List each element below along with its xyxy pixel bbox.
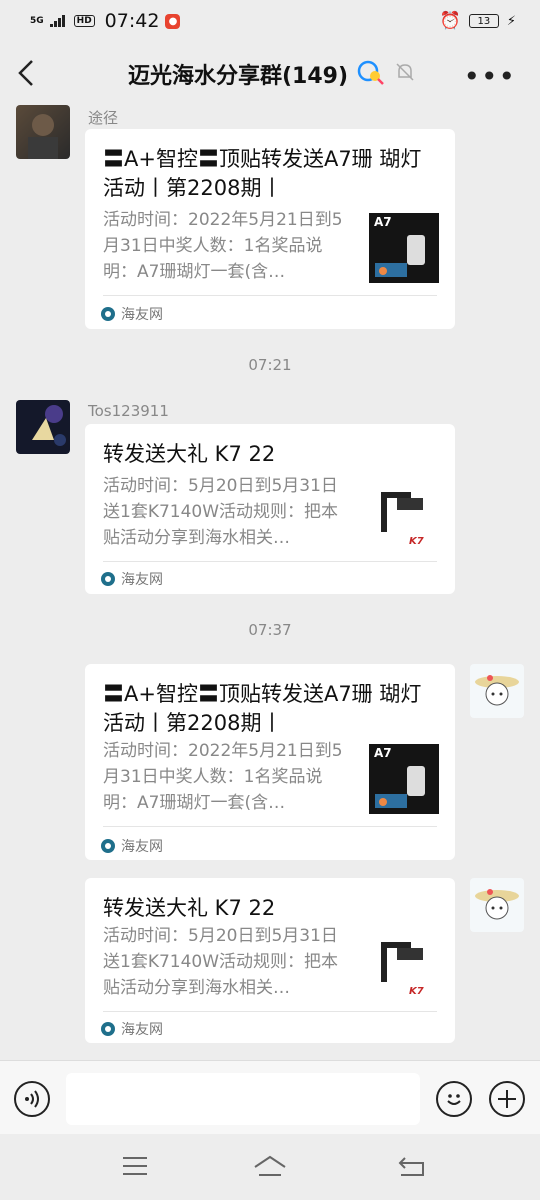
chat-timestamp: 07:37 (248, 621, 292, 639)
card-source: 海友网 (101, 304, 163, 324)
emoji-icon[interactable] (436, 1081, 472, 1117)
back-nav-icon[interactable] (395, 1152, 429, 1180)
my-avatar[interactable] (470, 664, 524, 718)
card-divider (103, 1011, 437, 1012)
card-thumbnail: K7 (369, 482, 439, 552)
hd-badge: HD (73, 15, 95, 27)
card-description: 活动时间：2022年5月21日到5月31日中奖人数：1名奖品说明：A7珊瑚灯一套… (103, 741, 343, 813)
sender-name: Tos123911 (88, 402, 169, 420)
source-name: 海友网 (121, 572, 163, 588)
thumb-label: A7 (374, 746, 392, 760)
charging-icon: ⚡ (506, 13, 516, 29)
card-thumbnail: K7 (369, 932, 439, 1002)
link-card[interactable]: 转发送大礼 K7 22 活动时间：5月20日到5月31日送1套K7140W活动规… (85, 878, 455, 1043)
card-title: 转发送大礼 K7 22 (103, 442, 276, 466)
card-description: 活动时间：2022年5月21日到5月31日中奖人数：1名奖品说明：A7珊瑚灯一套… (103, 210, 343, 282)
link-card[interactable]: 〓A+智控〓顶贴转发送A7珊 瑚灯活动丨第2208期丨 活动时间：2022年5月… (85, 664, 455, 860)
thumb-label: K7 (409, 536, 424, 547)
card-source: 海友网 (101, 1019, 163, 1039)
chat-header: 迈光海水分享群(149) ••• (0, 44, 540, 106)
more-options-icon[interactable]: ••• (463, 60, 516, 93)
sender-avatar[interactable] (16, 105, 70, 159)
app-notification-icon: ● (165, 13, 181, 29)
card-source: 海友网 (101, 836, 163, 856)
card-title: 〓A+智控〓顶贴转发送A7珊 瑚灯活动丨第2208期丨 (103, 682, 422, 735)
voice-input-icon[interactable] (14, 1081, 50, 1117)
thumb-label: A7 (374, 215, 392, 229)
chat-timestamp: 07:21 (248, 356, 292, 374)
alarm-icon: ⏰ (439, 11, 461, 31)
home-icon[interactable] (253, 1152, 287, 1180)
sender-name: 途径 (88, 109, 119, 127)
status-bar: 5G HD 07:42 ● ⏰ 13 ⚡ (0, 0, 540, 42)
status-time: 07:42 (104, 10, 160, 32)
mute-bell-icon (394, 61, 416, 87)
battery-icon: 13 (468, 14, 499, 28)
sender-avatar[interactable] (16, 400, 70, 454)
search-chat-icon[interactable] (356, 59, 386, 89)
card-thumbnail: A7 (369, 213, 439, 283)
card-thumbnail: A7 (369, 744, 439, 814)
source-logo-icon (101, 1022, 115, 1036)
system-nav-bar (0, 1134, 540, 1200)
my-avatar[interactable] (470, 878, 524, 932)
card-divider (103, 826, 437, 827)
source-logo-icon (101, 839, 115, 853)
message-input[interactable] (66, 1073, 420, 1125)
link-card[interactable]: 转发送大礼 K7 22 活动时间：5月20日到5月31日送1套K7140W活动规… (85, 424, 455, 594)
source-name: 海友网 (121, 839, 163, 855)
link-card[interactable]: 〓A+智控〓顶贴转发送A7珊 瑚灯活动丨第2208期丨 活动时间：2022年5月… (85, 129, 455, 329)
card-divider (103, 295, 437, 296)
card-source: 海友网 (101, 569, 163, 589)
chat-title: 迈光海水分享群(149) (128, 64, 349, 89)
card-title: 转发送大礼 K7 22 (103, 896, 276, 920)
card-title: 〓A+智控〓顶贴转发送A7珊 瑚灯活动丨第2208期丨 (103, 147, 422, 200)
back-arrow-icon[interactable] (16, 58, 42, 90)
source-logo-icon (101, 307, 115, 321)
card-description: 活动时间：5月20日到5月31日送1套K7140W活动规则：把本贴活动分享到海水… (103, 926, 339, 998)
signal-icon (49, 10, 68, 32)
card-divider (103, 561, 437, 562)
source-name: 海友网 (121, 307, 163, 323)
source-name: 海友网 (121, 1022, 163, 1038)
thumb-label: K7 (409, 986, 424, 997)
menu-icon[interactable] (118, 1152, 152, 1180)
input-bar (0, 1060, 540, 1134)
network-indicator: 5G (30, 15, 44, 26)
more-functions-plus-icon[interactable] (489, 1081, 525, 1117)
source-logo-icon (101, 572, 115, 586)
card-description: 活动时间：5月20日到5月31日送1套K7140W活动规则：把本贴活动分享到海水… (103, 476, 339, 548)
